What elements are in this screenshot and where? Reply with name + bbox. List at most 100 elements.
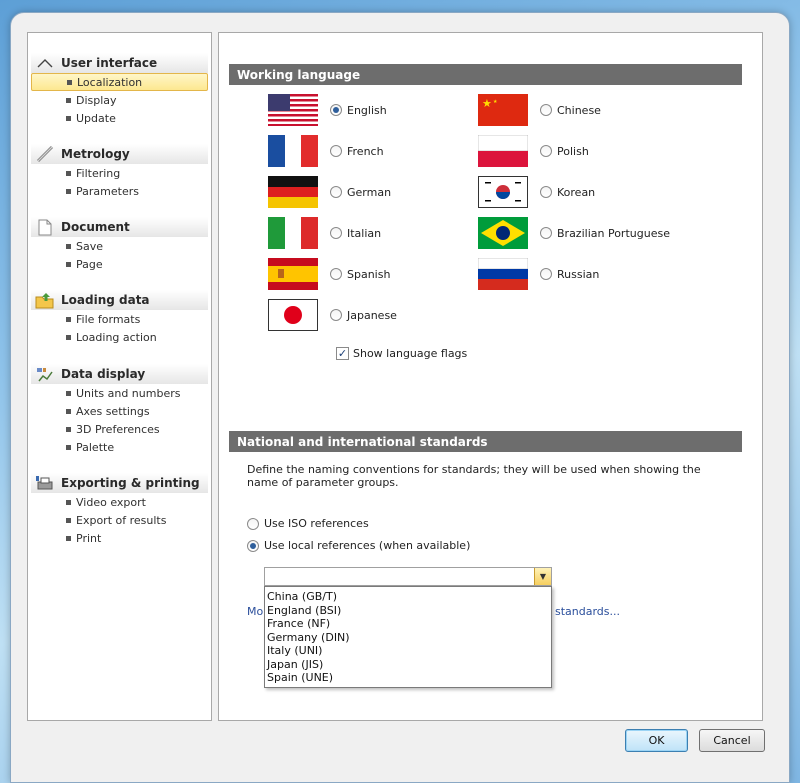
- language-option-english[interactable]: English: [268, 93, 387, 127]
- language-option-german[interactable]: German: [268, 175, 391, 209]
- bullet-icon: [66, 408, 71, 414]
- language-radio[interactable]: [540, 268, 552, 280]
- nav-group-title: User interface: [61, 56, 158, 70]
- sidebar-item-loading-action[interactable]: Loading action: [31, 328, 208, 346]
- sidebar-item-axes-settings[interactable]: Axes settings: [31, 402, 208, 420]
- bullet-icon: [66, 444, 71, 450]
- chevron-down-icon[interactable]: ▼: [534, 568, 551, 585]
- ok-button[interactable]: OK: [625, 729, 688, 752]
- language-option-japanese[interactable]: Japanese: [268, 298, 397, 332]
- sidebar-item-save[interactable]: Save: [31, 237, 208, 255]
- folder-load-icon: [35, 291, 55, 309]
- dropdown-option[interactable]: China (GB/T): [265, 590, 551, 604]
- language-radio[interactable]: [330, 104, 342, 116]
- language-radio[interactable]: [330, 309, 342, 321]
- dropdown-option[interactable]: England (BSI): [265, 604, 551, 618]
- language-label: Italian: [347, 226, 382, 240]
- nav-group-document: Document Save Page: [28, 217, 211, 273]
- language-label: Spanish: [347, 267, 391, 281]
- language-radio[interactable]: [330, 227, 342, 239]
- nav-group-title: Document: [61, 220, 130, 234]
- language-option-brazilian-portuguese[interactable]: Brazilian Portuguese: [478, 216, 670, 250]
- china-flag-icon: ★ ★: [478, 94, 528, 126]
- sidebar-item-file-formats[interactable]: File formats: [31, 310, 208, 328]
- show-flags-option[interactable]: ✓ Show language flags: [336, 347, 467, 360]
- language-radio[interactable]: [540, 104, 552, 116]
- nav-group-header[interactable]: User interface: [31, 53, 208, 73]
- section-header-working-language: Working language: [229, 64, 742, 85]
- sidebar-item-label: Axes settings: [76, 404, 150, 418]
- bullet-icon: [66, 316, 71, 322]
- sidebar-item-units-and-numbers[interactable]: Units and numbers: [31, 384, 208, 402]
- language-option-polish[interactable]: Polish: [478, 134, 589, 168]
- italy-flag-icon: [268, 217, 318, 249]
- sidebar-item-palette[interactable]: Palette: [31, 438, 208, 456]
- language-option-spanish[interactable]: Spanish: [268, 257, 390, 291]
- bullet-icon: [66, 334, 71, 340]
- sidebar-nav: User interface Localization Display Upda…: [27, 32, 212, 721]
- language-radio[interactable]: [540, 145, 552, 157]
- sidebar-item-label: Export of results: [76, 513, 167, 527]
- iso-references-label: Use ISO references: [264, 517, 369, 530]
- dropdown-option[interactable]: France (NF): [265, 617, 551, 631]
- dropdown-option[interactable]: Italy (UNI): [265, 644, 551, 658]
- sidebar-item-print[interactable]: Print: [31, 529, 208, 547]
- show-flags-checkbox[interactable]: ✓: [336, 347, 349, 360]
- france-flag-icon: [268, 135, 318, 167]
- sidebar-item-page[interactable]: Page: [31, 255, 208, 273]
- language-radio[interactable]: [540, 186, 552, 198]
- nav-group-loading-data: Loading data File formats Loading action: [28, 290, 211, 346]
- language-option-chinese[interactable]: ★ ★ Chinese: [478, 93, 601, 127]
- sidebar-item-parameters[interactable]: Parameters: [31, 182, 208, 200]
- printer-export-icon: [35, 474, 55, 492]
- more-standards-link-prefix[interactable]: Mo: [247, 605, 263, 618]
- local-references-option[interactable]: Use local references (when available): [247, 539, 470, 552]
- language-option-french[interactable]: French: [268, 134, 384, 168]
- sidebar-item-video-export[interactable]: Video export: [31, 493, 208, 511]
- language-label: Brazilian Portuguese: [557, 226, 670, 240]
- show-flags-label: Show language flags: [353, 347, 468, 360]
- sidebar-item-filtering[interactable]: Filtering: [31, 164, 208, 182]
- nav-group-header[interactable]: Exporting & printing: [31, 473, 208, 493]
- language-option-italian[interactable]: Italian: [268, 216, 381, 250]
- sidebar-item-export-of-results[interactable]: Export of results: [31, 511, 208, 529]
- language-radio[interactable]: [540, 227, 552, 239]
- standards-combobox[interactable]: ▼: [264, 567, 552, 586]
- usa-flag-icon: [268, 94, 318, 126]
- iso-references-option[interactable]: Use ISO references: [247, 517, 369, 530]
- sidebar-item-label: Print: [76, 531, 102, 545]
- bullet-icon: [66, 188, 71, 194]
- language-option-russian[interactable]: Russian: [478, 257, 599, 291]
- nav-group-metrology: Metrology Filtering Parameters: [28, 144, 211, 200]
- sidebar-item-localization[interactable]: Localization: [31, 73, 208, 91]
- sidebar-item-display[interactable]: Display: [31, 91, 208, 109]
- nav-group-header[interactable]: Metrology: [31, 144, 208, 164]
- sidebar-item-3d-preferences[interactable]: 3D Preferences: [31, 420, 208, 438]
- nav-group-header[interactable]: Document: [31, 217, 208, 237]
- dropdown-option[interactable]: Japan (JIS): [265, 658, 551, 672]
- local-references-radio[interactable]: [247, 539, 259, 552]
- poland-flag-icon: [478, 135, 528, 167]
- language-label: English: [347, 103, 387, 117]
- settings-panel: Working language English French German I…: [218, 32, 763, 721]
- language-label: Russian: [557, 267, 600, 281]
- sidebar-item-update[interactable]: Update: [31, 109, 208, 127]
- nav-group-header[interactable]: Loading data: [31, 290, 208, 310]
- iso-references-radio[interactable]: [247, 517, 259, 530]
- language-option-korean[interactable]: Korean: [478, 175, 595, 209]
- nav-group-title: Exporting & printing: [61, 476, 200, 490]
- nav-group-exporting-printing: Exporting & printing Video export Export…: [28, 473, 211, 547]
- language-radio[interactable]: [330, 268, 342, 280]
- sidebar-item-label: Update: [76, 111, 116, 125]
- spain-flag-icon: [268, 258, 318, 290]
- sidebar-item-label: Page: [76, 257, 103, 271]
- cancel-button[interactable]: Cancel: [699, 729, 765, 752]
- more-standards-link[interactable]: standards...: [555, 605, 620, 618]
- germany-flag-icon: [268, 176, 318, 208]
- dropdown-option[interactable]: Spain (UNE): [265, 671, 551, 685]
- nav-group-header[interactable]: Data display: [31, 364, 208, 384]
- language-radio[interactable]: [330, 186, 342, 198]
- language-radio[interactable]: [330, 145, 342, 157]
- dropdown-option[interactable]: Germany (DIN): [265, 631, 551, 645]
- brazil-flag-icon: [478, 217, 528, 249]
